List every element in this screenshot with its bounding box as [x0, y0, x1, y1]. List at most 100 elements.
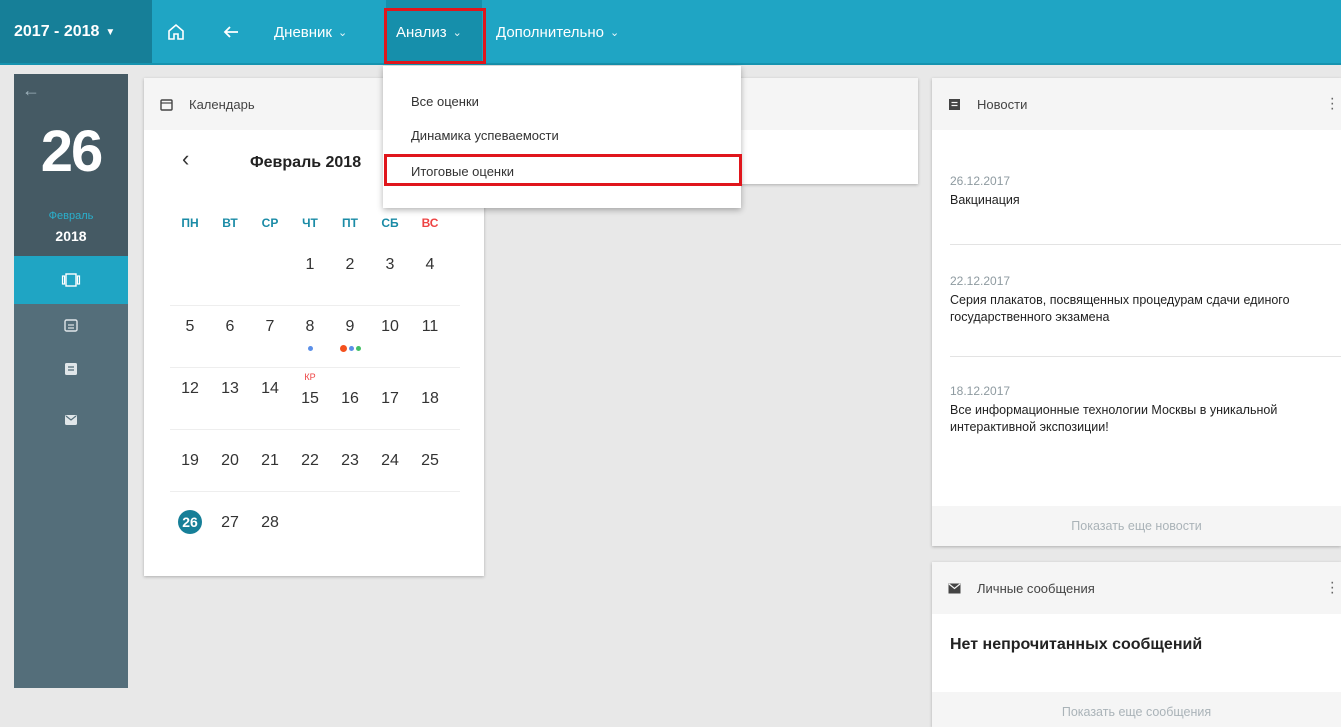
day-number: 27 — [221, 514, 239, 531]
day-number: 8 — [305, 318, 315, 335]
menu-item-progress-dynamics[interactable]: Динамика успеваемости — [411, 128, 559, 143]
news-icon[interactable] — [14, 362, 128, 376]
calendar-day — [250, 244, 290, 305]
day-number: 16 — [341, 390, 359, 407]
news-item[interactable]: 18.12.2017 Все информационные технологии… — [950, 384, 1330, 436]
home-icon[interactable] — [166, 0, 186, 64]
day-number: 18 — [421, 390, 439, 407]
day-number: 19 — [181, 452, 199, 469]
news-date: 26.12.2017 — [950, 174, 1011, 188]
calendar-day[interactable]: 9 — [330, 306, 370, 367]
calendar-day[interactable]: 10 — [370, 306, 410, 367]
grade-dot — [355, 346, 361, 351]
rail-item-dashboard[interactable] — [14, 256, 128, 304]
calendar-day[interactable]: 20 — [210, 430, 250, 491]
weekday-header: ПН ВТ СР ЧТ ПТ СБ ВС — [170, 216, 460, 244]
nav-additional[interactable]: Дополнительно ⌄ — [496, 0, 619, 64]
calendar-day[interactable]: 13 — [210, 368, 250, 429]
calendar-day — [290, 492, 330, 554]
day-number: 23 — [341, 452, 359, 469]
mail-icon[interactable] — [14, 414, 128, 426]
day-number: 28 — [261, 514, 279, 531]
news-title: Все информационные технологии Москвы в у… — [950, 403, 1278, 434]
calendar-day[interactable]: 7 — [250, 306, 290, 367]
nav-additional-label: Дополнительно — [496, 23, 604, 41]
day-number: 6 — [225, 318, 235, 335]
news-date: 18.12.2017 — [950, 384, 1011, 398]
left-rail: ← 26 Февраль 2018 — [14, 74, 128, 688]
divider — [950, 244, 1341, 245]
messages-card-header: Личные сообщения · · · — [932, 562, 1341, 614]
analysis-dropdown-menu: Все оценки Динамика успеваемости Итоговы… — [383, 66, 741, 208]
back-arrow-icon[interactable] — [222, 0, 240, 64]
weekday-label: СР — [261, 216, 279, 230]
current-year: 2018 — [55, 228, 87, 244]
prev-month-icon[interactable]: ‹ — [182, 146, 189, 172]
back-arrow-icon[interactable]: ← — [22, 80, 40, 101]
calendar-day[interactable]: 22 — [290, 430, 330, 491]
day-number: 9 — [345, 318, 355, 335]
grade-dots — [330, 345, 370, 352]
calendar-week: 26 27 28 — [170, 492, 460, 554]
current-month: Февраль — [48, 210, 94, 222]
calendar-day-today[interactable]: 26 — [170, 492, 210, 554]
calendar-day — [210, 244, 250, 305]
calendar-day[interactable]: КР 15 — [290, 368, 330, 429]
nav-diary[interactable]: Дневник ⌄ — [274, 0, 347, 64]
calendar-month-title: Февраль 2018 — [250, 154, 362, 171]
grade-dot — [307, 346, 313, 351]
calendar-day[interactable]: 21 — [250, 430, 290, 491]
weekday-label: ВТ — [222, 216, 238, 230]
calendar-day[interactable]: 23 — [330, 430, 370, 491]
messages-card-title: Личные сообщения — [977, 580, 1095, 596]
weekday-label: ЧТ — [302, 216, 318, 230]
calendar-week: 5 6 7 8 9 10 11 — [170, 306, 460, 368]
mail-icon — [948, 583, 961, 594]
calendar-icon — [160, 98, 173, 111]
school-year-selector[interactable]: 2017 - 2018 ▼ — [0, 0, 152, 64]
calendar-day[interactable]: 24 — [370, 430, 410, 491]
day-number: 12 — [181, 380, 199, 397]
day-number: 25 — [421, 452, 439, 469]
calendar-day[interactable]: 17 — [370, 368, 410, 429]
calendar-day[interactable]: 12 — [170, 368, 210, 429]
day-number: 7 — [265, 318, 275, 335]
menu-item-all-grades[interactable]: Все оценки — [411, 94, 479, 109]
calendar-day[interactable]: 2 — [330, 244, 370, 305]
calendar-day[interactable]: 5 — [170, 306, 210, 367]
calendar-day[interactable]: 18 — [410, 368, 450, 429]
news-card-header: Новости · · · — [932, 78, 1341, 130]
more-options-icon[interactable]: · · · — [1330, 91, 1335, 117]
chevron-down-icon: ⌄ — [609, 26, 620, 39]
calendar-day[interactable]: 4 — [410, 244, 450, 305]
show-more-news-button[interactable]: Показать еще новости — [932, 506, 1341, 546]
calendar-day[interactable]: 16 — [330, 368, 370, 429]
calendar-day[interactable]: 8 — [290, 306, 330, 367]
news-icon — [948, 98, 961, 111]
news-item[interactable]: 26.12.2017 Вакцинация — [950, 174, 1330, 209]
cards-icon — [61, 273, 81, 287]
calendar-day — [410, 492, 450, 554]
calendar-day[interactable]: 3 — [370, 244, 410, 305]
grade-dot — [348, 346, 354, 351]
test-marker: КР — [304, 372, 316, 382]
calendar-card-title: Календарь — [189, 96, 255, 112]
calendar-day[interactable]: 27 — [210, 492, 250, 554]
news-date: 22.12.2017 — [950, 274, 1011, 288]
calendar-day[interactable]: 6 — [210, 306, 250, 367]
calendar-day[interactable]: 28 — [250, 492, 290, 554]
show-more-messages-button[interactable]: Показать еще сообщения — [932, 692, 1341, 727]
calendar-day[interactable]: 14 — [250, 368, 290, 429]
calendar-day[interactable]: 11 — [410, 306, 450, 367]
calendar-day[interactable]: 25 — [410, 430, 450, 491]
highlight-box — [384, 8, 486, 64]
calendar-day[interactable]: 1 — [290, 244, 330, 305]
news-item[interactable]: 22.12.2017 Серия плакатов, посвященных п… — [950, 274, 1330, 326]
calendar-grid: ПН ВТ СР ЧТ ПТ СБ ВС 1 2 3 4 5 6 7 8 9 1… — [170, 216, 460, 554]
calendar-day[interactable]: 19 — [170, 430, 210, 491]
more-options-icon[interactable]: · · · — [1330, 575, 1335, 601]
day-number: 10 — [381, 318, 399, 335]
current-day: 26 — [40, 119, 104, 184]
calendar-icon[interactable] — [14, 318, 128, 332]
weekday-label: СБ — [381, 216, 399, 230]
